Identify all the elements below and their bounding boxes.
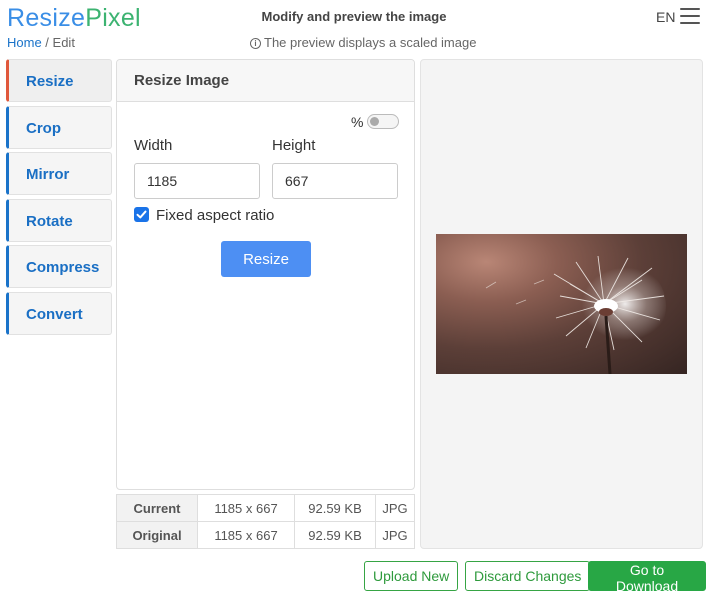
width-input[interactable] xyxy=(134,163,260,199)
dimensions-cell: 1185 x 667 xyxy=(197,521,295,549)
breadcrumb-separator: / xyxy=(41,35,53,50)
page-title-wrap: Modify and preview the image xyxy=(0,9,706,24)
table-row: Current 1185 x 667 92.59 KB JPG xyxy=(116,494,415,522)
aspect-ratio-checkbox[interactable] xyxy=(134,207,149,222)
sidebar-item-mirror[interactable]: Mirror xyxy=(6,152,112,195)
breadcrumb-current: Edit xyxy=(52,35,75,50)
go-to-download-button[interactable]: Go to Download xyxy=(588,561,706,594)
panel-title: Resize Image xyxy=(117,60,414,102)
file-size-cell: 92.59 KB xyxy=(294,521,376,549)
width-label: Width xyxy=(134,137,173,154)
preview-image xyxy=(436,234,687,374)
dimensions-cell: 1185 x 667 xyxy=(197,494,295,522)
sidebar-item-rotate[interactable]: Rotate xyxy=(6,198,112,242)
percent-label: % xyxy=(351,114,364,130)
row-label: Current xyxy=(116,494,198,522)
percent-toggle[interactable] xyxy=(367,114,399,129)
format-cell: JPG xyxy=(375,494,415,522)
aspect-ratio-label[interactable]: Fixed aspect ratio xyxy=(156,207,274,224)
page-title: Modify and preview the image xyxy=(261,9,447,24)
height-input[interactable] xyxy=(272,163,398,199)
image-info-table: Current 1185 x 667 92.59 KB JPG Original… xyxy=(116,494,415,549)
preview-area xyxy=(420,59,703,549)
dandelion-image xyxy=(485,254,666,374)
resize-button[interactable]: Resize xyxy=(221,241,311,277)
preview-note: i The preview displays a scaled image xyxy=(250,35,476,50)
file-size-cell: 92.59 KB xyxy=(294,494,376,522)
upload-new-button[interactable]: Upload New xyxy=(364,561,459,591)
sidebar: Resize Crop Mirror Rotate Compress Conve… xyxy=(6,59,112,338)
resize-panel: Resize Image % Width Height Fixed aspect… xyxy=(116,59,415,490)
discard-changes-button[interactable]: Discard Changes xyxy=(465,561,591,591)
format-cell: JPG xyxy=(375,521,415,549)
table-row: Original 1185 x 667 92.59 KB JPG xyxy=(116,521,415,549)
language-selector[interactable]: EN xyxy=(656,9,675,25)
row-label: Original xyxy=(116,521,198,549)
breadcrumb: Home / Edit xyxy=(7,35,75,50)
sidebar-item-resize[interactable]: Resize xyxy=(6,59,112,102)
sidebar-item-convert[interactable]: Convert xyxy=(6,291,112,335)
sidebar-item-crop[interactable]: Crop xyxy=(6,105,112,149)
breadcrumb-home-link[interactable]: Home xyxy=(7,35,42,50)
sidebar-item-compress[interactable]: Compress xyxy=(6,245,112,288)
hamburger-menu-icon[interactable] xyxy=(680,8,700,24)
preview-note-text: The preview displays a scaled image xyxy=(264,35,477,50)
info-icon: i xyxy=(250,38,261,49)
toggle-knob xyxy=(370,117,379,126)
checkmark-icon xyxy=(136,210,147,219)
height-label: Height xyxy=(272,137,316,154)
